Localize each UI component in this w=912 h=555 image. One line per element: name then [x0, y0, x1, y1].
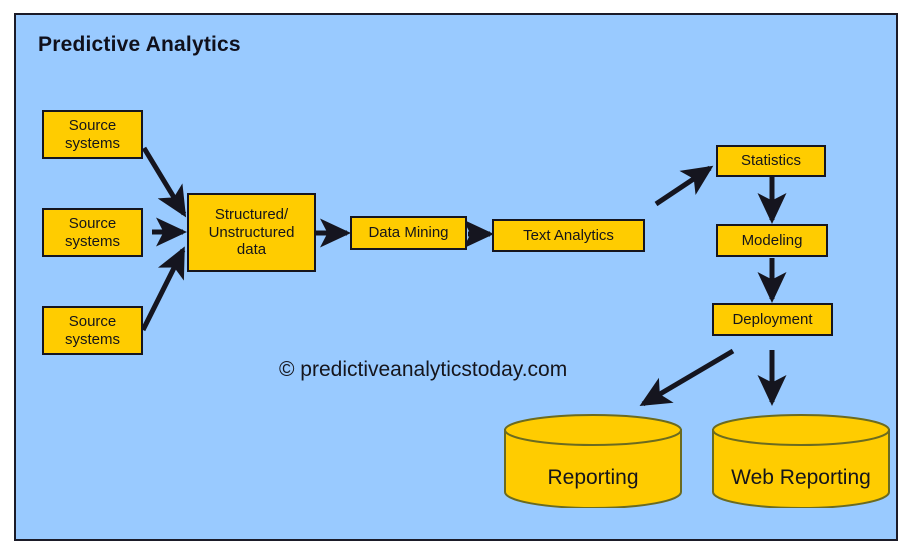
node-label-line1: Source: [68, 312, 117, 330]
node-label: Data Mining: [368, 224, 449, 242]
node-label-line2: systems: [64, 330, 120, 348]
node-statistics[interactable]: Statistics: [716, 145, 826, 177]
node-source-systems-3[interactable]: Source systems: [42, 306, 143, 355]
node-deployment[interactable]: Deployment: [712, 303, 833, 336]
node-label-line2: systems: [64, 134, 120, 152]
node-web-reporting-datastore[interactable]: Web Reporting: [711, 414, 891, 509]
node-label-line1: Source: [68, 214, 117, 232]
node-text-analytics[interactable]: Text Analytics: [492, 219, 645, 252]
diagram-canvas: Predictive Analytics Source systems Sour…: [0, 0, 912, 555]
copyright-notice: © predictiveanalyticstoday.com: [279, 358, 568, 381]
node-label-line3: data: [236, 241, 267, 259]
node-label: Text Analytics: [523, 226, 614, 244]
cylinder-shape-icon: [712, 414, 890, 509]
node-label: Statistics: [740, 152, 801, 170]
node-structured-unstructured-data[interactable]: Structured/ Unstructured data: [187, 193, 316, 272]
page-title: Predictive Analytics: [38, 33, 241, 56]
node-label-line1: Structured/: [214, 205, 289, 223]
node-modeling[interactable]: Modeling: [716, 224, 828, 257]
node-label: Deployment: [732, 310, 813, 328]
node-label-line2: systems: [64, 232, 120, 250]
node-label: Modeling: [741, 231, 803, 249]
node-source-systems-2[interactable]: Source systems: [42, 208, 143, 257]
cylinder-shape-icon: [504, 414, 682, 509]
node-data-mining[interactable]: Data Mining: [350, 216, 467, 250]
node-label-line2: Unstructured: [208, 223, 295, 241]
node-source-systems-1[interactable]: Source systems: [42, 110, 143, 159]
node-reporting-datastore[interactable]: Reporting: [503, 414, 683, 509]
node-label-line1: Source: [68, 116, 117, 134]
